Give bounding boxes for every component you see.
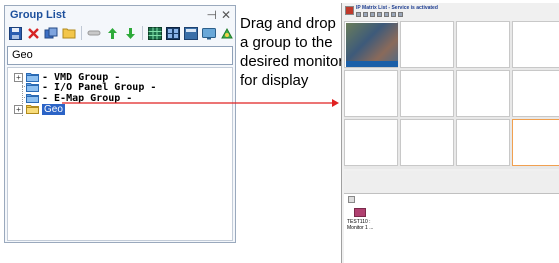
save-icon[interactable] [8,26,22,40]
monitor-label: TEST110 : Monitor 1 ... [347,219,374,231]
monitor-cell[interactable] [344,70,398,117]
screen-icon[interactable] [202,26,216,40]
folder-icon [26,94,39,103]
group-list-toolbar [8,24,234,42]
monitor-wall-icon[interactable] [166,26,180,40]
layout-icon[interactable] [398,12,403,17]
monitor-cell[interactable] [400,70,454,117]
monitor-grid [344,21,559,169]
move-down-icon[interactable] [123,26,137,40]
monitor-cell-highlighted[interactable] [512,119,559,166]
close-icon[interactable]: ✕ [221,8,231,22]
tree-item-label: - E-Map Group - [42,92,133,104]
delete-icon[interactable] [26,26,40,40]
expand-icon[interactable]: + [14,104,23,114]
monitor-dock: TEST110 : Monitor 1 ... [344,193,559,263]
ip-matrix-lower-area [344,171,559,193]
dock-toggle-icon[interactable] [348,196,355,203]
toolbar-separator [81,26,82,40]
tree-item-label-selected: Geo [42,103,65,115]
layout-icon[interactable] [384,12,389,17]
arrow-head [332,99,339,107]
monitor-cell[interactable] [400,21,454,68]
group-list-title: Group List [10,8,66,21]
monitor-cell[interactable] [344,21,398,68]
expand-icon[interactable]: + [14,72,23,82]
tree-item-label: - I/O Panel Group - [42,81,157,93]
layout-icon[interactable] [377,12,382,17]
camera-thumbnail [346,23,398,67]
monitor-cell[interactable] [456,21,510,68]
layout-icon[interactable] [356,12,361,17]
layout-icon[interactable] [370,12,375,17]
tree-item-geo[interactable]: + Geo [14,103,65,115]
monitor-cell[interactable] [456,70,510,117]
group-list-header: Group List ⊣ ✕ [5,6,235,23]
monitor-cell[interactable] [344,119,398,166]
group-search-input[interactable]: Geo [7,46,233,65]
folder-icon[interactable] [62,26,76,40]
panel-controls: ⊣ ✕ [206,8,231,22]
instruction-line: a group to the [240,34,333,51]
app-logo-icon [345,6,354,15]
link-icon[interactable] [87,26,101,40]
layout-icon[interactable] [363,12,368,17]
monitor-cell[interactable] [400,119,454,166]
layout-icon[interactable] [184,26,198,40]
instruction-line: for display [240,72,309,89]
instruction-line: desired monitor [240,53,344,70]
copy-icon[interactable] [44,26,58,40]
instruction-text: Drag and drop a group to the desired mon… [240,14,350,90]
move-up-icon[interactable] [105,26,119,40]
monitor-cell[interactable] [512,70,559,117]
instruction-line: Drag and drop [240,15,336,32]
layout-icon[interactable] [391,12,396,17]
group-list-panel: Group List ⊣ ✕ Geo + - VMD Group - - I/O… [4,5,236,243]
group-tree: + - VMD Group - - I/O Panel Group - - E-… [7,67,233,241]
toolbar-separator [142,26,143,40]
monitor-cell[interactable] [512,21,559,68]
settings-icon[interactable] [220,26,234,40]
folder-icon [26,83,39,92]
pin-icon[interactable]: ⊣ [206,8,216,22]
ip-matrix-toolbar [356,12,403,17]
ip-matrix-title: IP Matrix List - Service is activated [356,5,438,11]
monitor-icon[interactable] [354,208,366,217]
folder-icon [26,105,39,114]
ip-matrix-window: IP Matrix List - Service is activated TE… [341,3,559,263]
grid-icon[interactable] [148,26,162,40]
monitor-cell[interactable] [456,119,510,166]
